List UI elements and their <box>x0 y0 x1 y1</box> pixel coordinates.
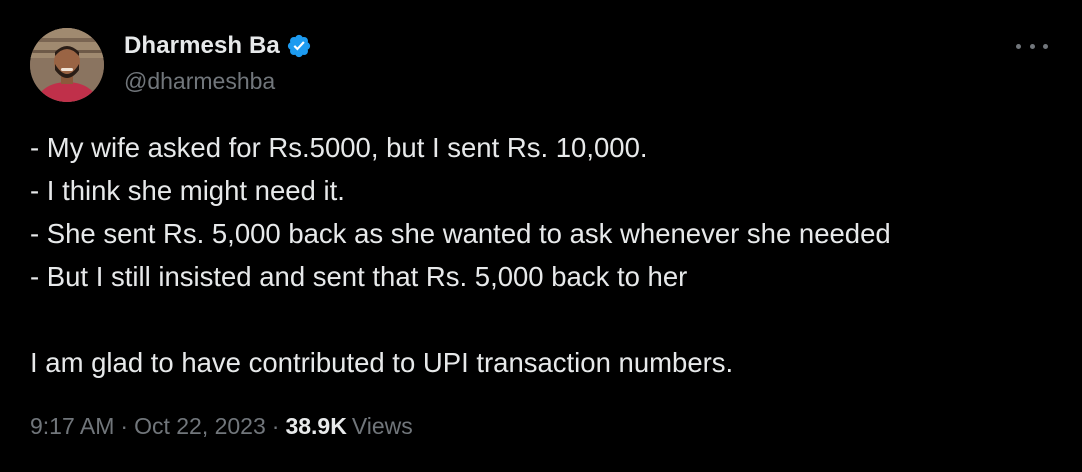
tweet-line: - I think she might need it. <box>30 175 345 206</box>
avatar-image <box>30 28 104 102</box>
tweet-time[interactable]: 9:17 AM <box>30 413 114 440</box>
tweet-line: - My wife asked for Rs.5000, but I sent … <box>30 132 648 163</box>
more-dot <box>1043 43 1048 49</box>
meta-separator: · <box>271 413 280 439</box>
tweet-meta: 9:17 AM · Oct 22, 2023 · 38.9K Views <box>30 413 413 440</box>
more-horizontal-icon <box>1016 43 1021 49</box>
author-name-row: Dharmesh Ba <box>124 32 312 60</box>
views-label: Views <box>351 413 413 439</box>
author-display-name[interactable]: Dharmesh Ba <box>124 32 280 60</box>
verified-badge-icon[interactable] <box>286 33 312 59</box>
avatar[interactable] <box>30 28 104 102</box>
tweet-text: - My wife asked for Rs.5000, but I sent … <box>30 126 1060 384</box>
tweet-line: - She sent Rs. 5,000 back as she wanted … <box>30 218 891 249</box>
meta-separator: · <box>120 413 129 439</box>
more-options-button[interactable] <box>1016 36 1048 56</box>
tweet-card: Dharmesh Ba @dharmeshba - My wife asked … <box>0 0 1082 472</box>
tweet-date[interactable]: Oct 22, 2023 <box>134 413 266 440</box>
more-dot <box>1029 43 1035 49</box>
views-count[interactable]: 38.9K <box>285 413 346 440</box>
tweet-line: - But I still insisted and sent that Rs.… <box>30 261 688 292</box>
author-handle[interactable]: @dharmeshba <box>124 68 275 95</box>
tweet-line: I am glad to have contributed to UPI tra… <box>30 347 734 378</box>
